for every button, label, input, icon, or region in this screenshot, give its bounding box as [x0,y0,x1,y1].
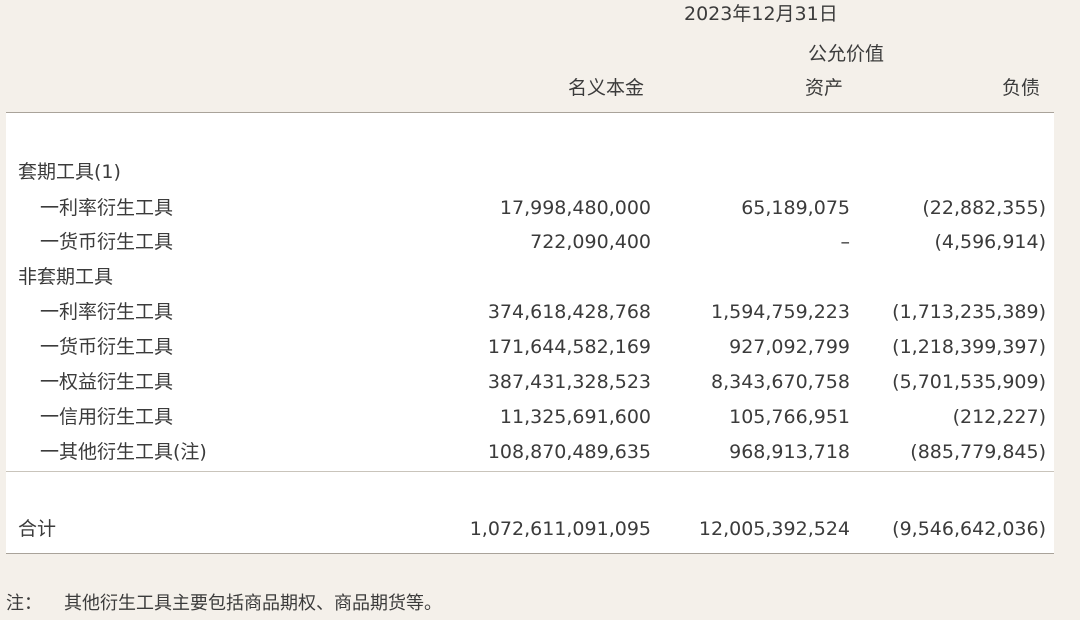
table-row: 套期工具(1) [6,158,1054,186]
row-label: 一权益衍生工具 [40,371,174,393]
header-asset: 资产 [804,77,843,99]
notional-value: 11,325,691,600 [499,406,651,428]
total-notional: 1,072,611,091,095 [469,518,651,540]
table-row: 一其他衍生工具(注) 108,870,489,635 968,913,718 (… [6,438,1054,466]
liability-value: (212,227) [952,406,1046,428]
asset-value: 105,766,951 [729,406,850,428]
liability-value: (22,882,355) [922,197,1046,219]
row-label: 一利率衍生工具 [40,301,174,323]
table-divider [6,471,1054,472]
table-row: 一利率衍生工具 17,998,480,000 65,189,075 (22,88… [6,194,1054,222]
header-liability: 负债 [1001,77,1040,99]
liability-value: (1,218,399,397) [892,336,1046,358]
row-label: 一货币衍生工具 [40,336,174,358]
notional-value: 171,644,582,169 [487,336,651,358]
notional-value: 387,431,328,523 [487,371,651,393]
liability-value: (5,701,535,909) [892,371,1046,393]
row-label: 一信用衍生工具 [40,406,174,428]
total-asset: 12,005,392,524 [698,518,850,540]
asset-value: 1,594,759,223 [710,301,850,323]
liability-value: (885,779,845) [910,441,1046,463]
asset-value: 65,189,075 [741,197,850,219]
asset-value: 968,913,718 [729,441,850,463]
table-row: 非套期工具 [6,263,1054,291]
notional-value: 108,870,489,635 [487,441,651,463]
footnote-text: 其他衍生工具主要包括商品期权、商品期货等。 [64,593,442,614]
asset-value: 927,092,799 [729,336,850,358]
liability-value: (1,713,235,389) [892,301,1046,323]
header-fair-value: 公允价值 [808,43,885,65]
table-header: 2023年12月31日 公允价值 名义本金 资产 负债 [0,0,1080,114]
table-row: 一利率衍生工具 374,618,428,768 1,594,759,223 (1… [6,298,1054,326]
row-label: 套期工具(1) [18,161,121,183]
asset-value: – [840,231,851,253]
row-label: 非套期工具 [18,266,114,288]
table-row: 一信用衍生工具 11,325,691,600 105,766,951 (212,… [6,403,1054,431]
total-row: 合计 1,072,611,091,095 12,005,392,524 (9,5… [6,515,1054,543]
notional-value: 17,998,480,000 [499,197,651,219]
notional-value: 722,090,400 [530,231,651,253]
row-label: 一利率衍生工具 [40,197,174,219]
total-liability: (9,546,642,036) [892,518,1046,540]
table-row: 一货币衍生工具 171,644,582,169 927,092,799 (1,2… [6,333,1054,361]
notional-value: 374,618,428,768 [487,301,651,323]
row-label: 一货币衍生工具 [40,231,174,253]
liability-value: (4,596,914) [934,231,1046,253]
header-date: 2023年12月31日 [684,3,838,25]
table-row: 一货币衍生工具 722,090,400 – (4,596,914) [6,228,1054,256]
row-label: 一其他衍生工具(注) [40,441,207,463]
total-label: 合计 [18,518,57,540]
header-notional: 名义本金 [567,77,644,99]
footnote: 注： 其他衍生工具主要包括商品期权、商品期货等。 [6,592,442,616]
derivatives-table: 套期工具(1) 一利率衍生工具 17,998,480,000 65,189,07… [6,112,1054,554]
footnote-label: 注： [6,593,42,614]
table-row: 一权益衍生工具 387,431,328,523 8,343,670,758 (5… [6,368,1054,396]
asset-value: 8,343,670,758 [710,371,850,393]
